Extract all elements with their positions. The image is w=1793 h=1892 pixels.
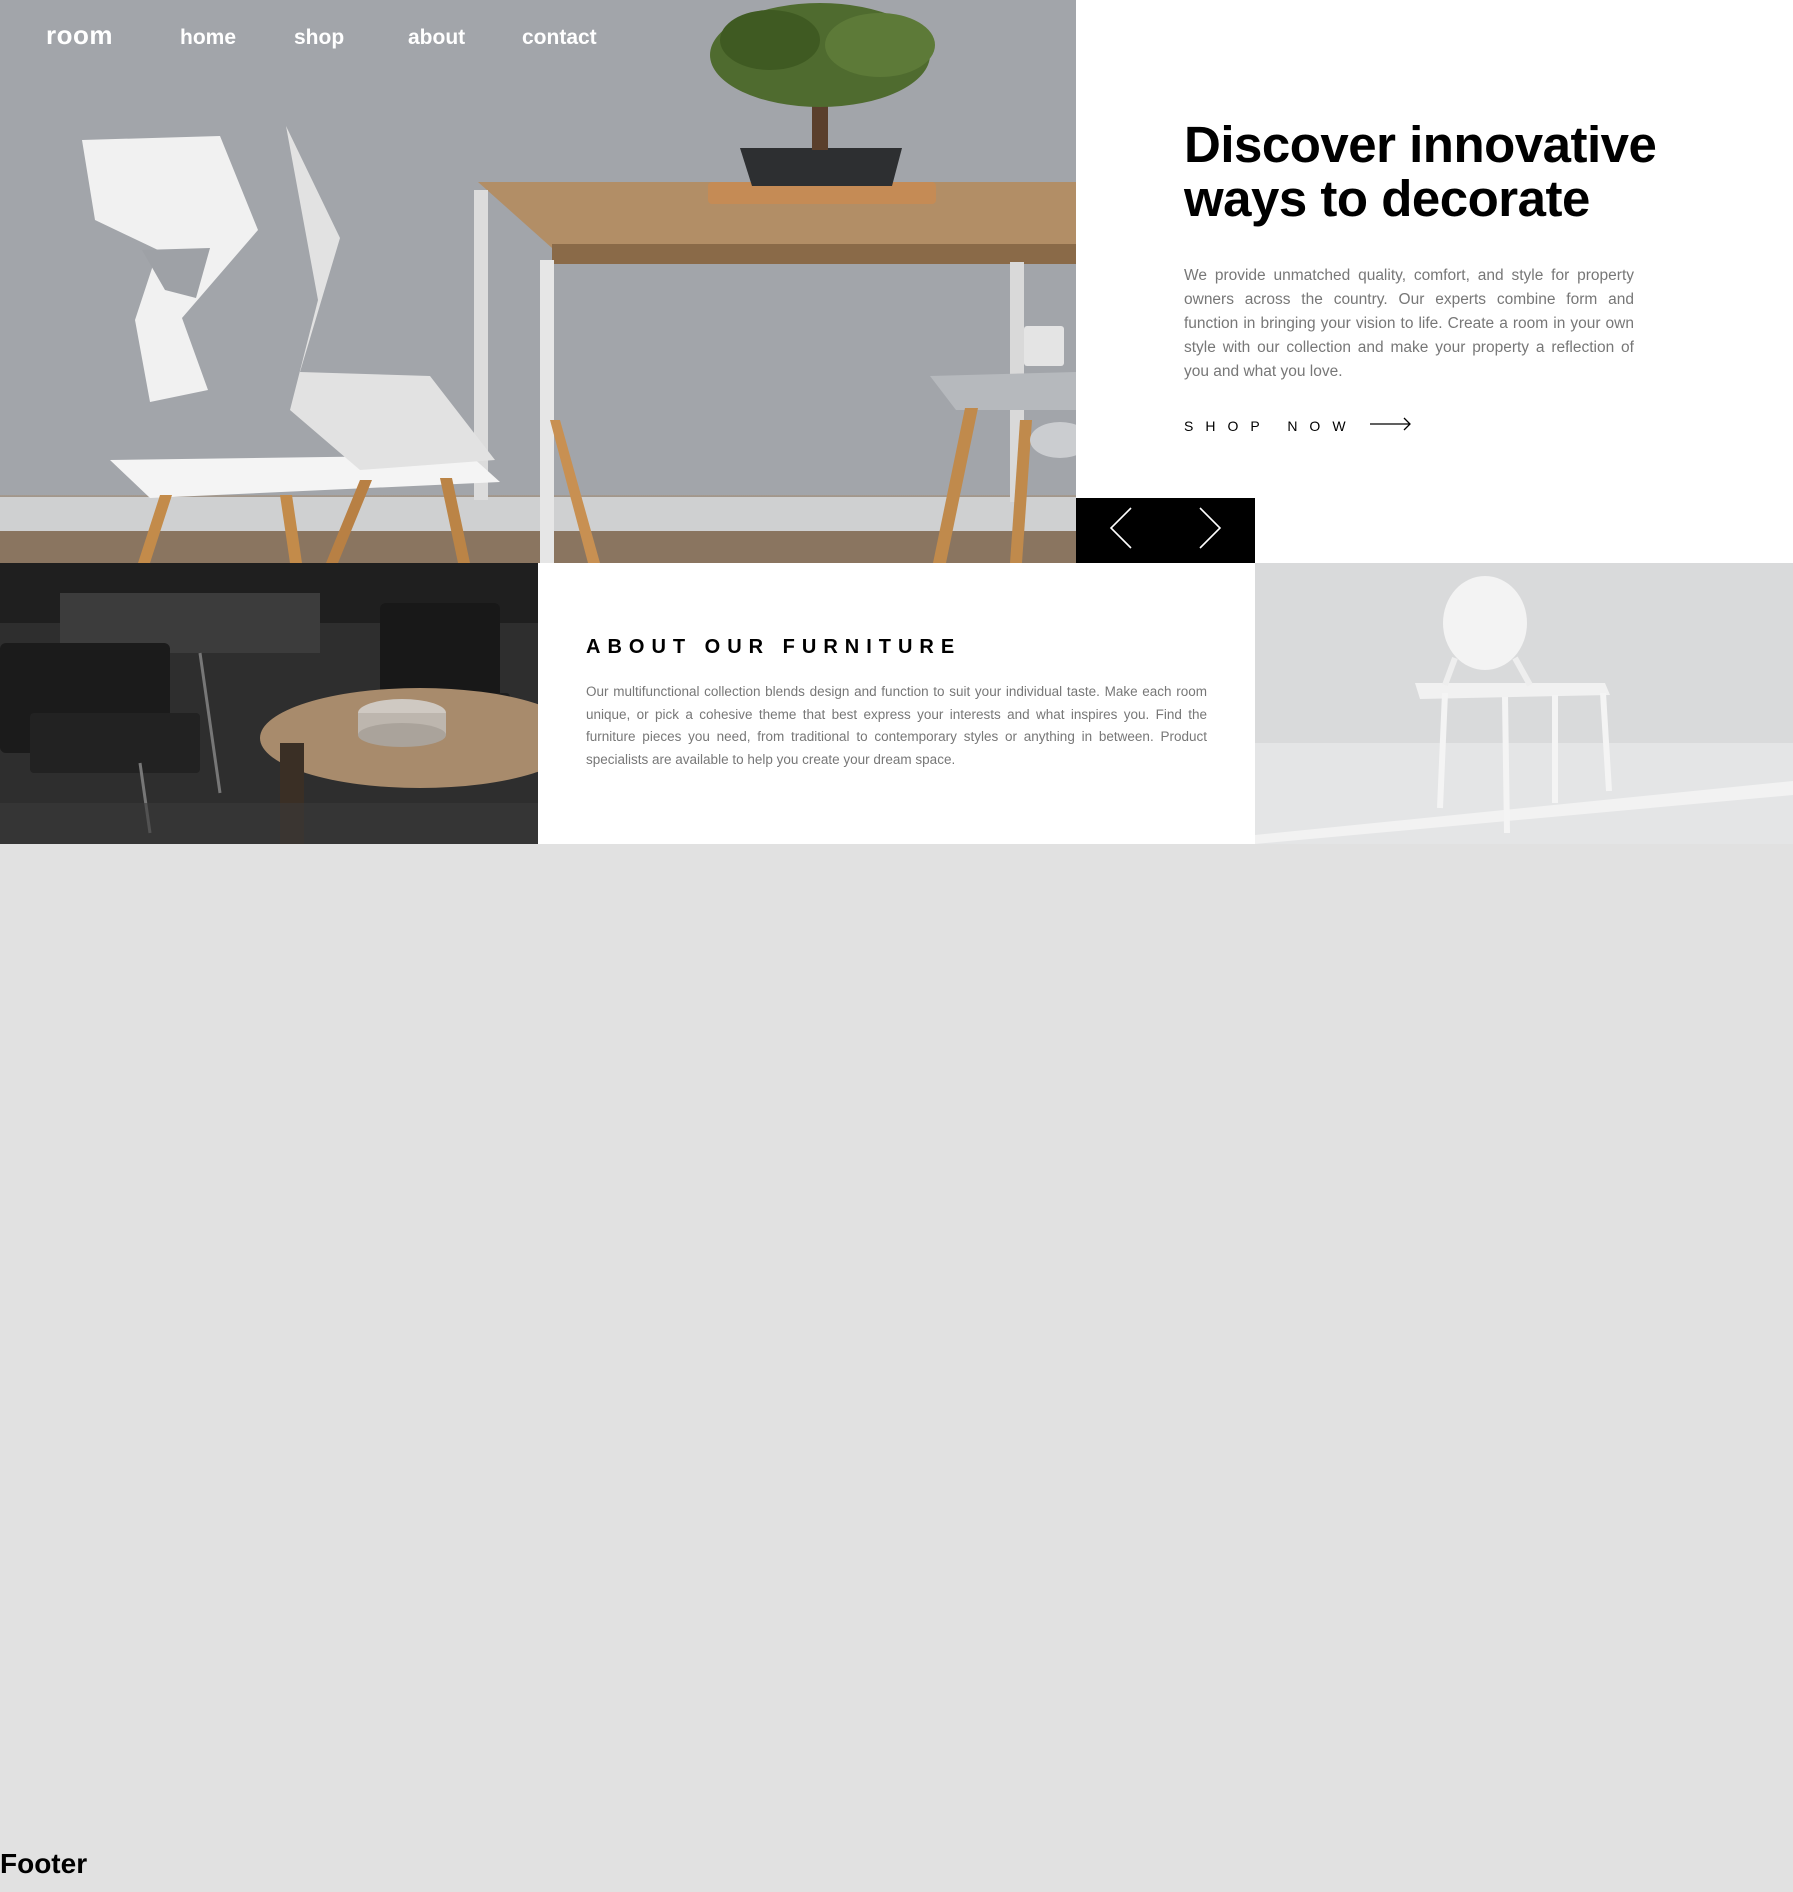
shop-now-label: SHOP NOW (1184, 418, 1358, 434)
nav-link-contact[interactable]: contact (522, 26, 597, 50)
footer: Footer (0, 1848, 87, 1888)
nav-link-shop[interactable]: shop (294, 26, 344, 50)
hero-description: We provide unmatched quality, comfort, a… (1184, 267, 1634, 380)
slider-controls (1076, 498, 1255, 563)
slider-prev-button[interactable] (1076, 498, 1166, 563)
page: room home shop about contact Discover in… (0, 0, 1793, 1892)
hero-title-line-1: Discover innovative (1184, 116, 1657, 173)
shop-now-button[interactable]: SHOP NOW (1184, 416, 1412, 436)
hero-title-line-2: ways to decorate (1184, 170, 1590, 227)
chevron-left-icon (1109, 507, 1133, 554)
nav-link-about[interactable]: about (408, 26, 465, 50)
about-description: Our multifunctional collection blends de… (586, 684, 1207, 767)
about-image-dark-furniture (0, 563, 538, 844)
hero-image: room home shop about contact (0, 0, 1076, 563)
footer-label: Footer (0, 1848, 88, 1879)
logo[interactable]: room (46, 20, 113, 51)
hero-title: Discover innovative ways to decorate (1184, 118, 1664, 226)
about-text-panel: ABOUT OUR FURNITURE Our multifunctional … (538, 563, 1255, 844)
main-nav: room home shop about contact (0, 0, 700, 76)
slider-next-button[interactable] (1166, 498, 1256, 563)
chevron-right-icon (1198, 507, 1222, 554)
about-section: ABOUT OUR FURNITURE Our multifunctional … (0, 563, 1793, 844)
about-image-white-chair (1255, 563, 1793, 844)
hero-copy: Discover innovative ways to decorate We … (1184, 118, 1664, 384)
hero-section: room home shop about contact Discover in… (0, 0, 1793, 563)
about-title: ABOUT OUR FURNITURE (586, 636, 962, 658)
nav-link-home[interactable]: home (180, 26, 236, 50)
arrow-right-icon (1369, 417, 1412, 436)
